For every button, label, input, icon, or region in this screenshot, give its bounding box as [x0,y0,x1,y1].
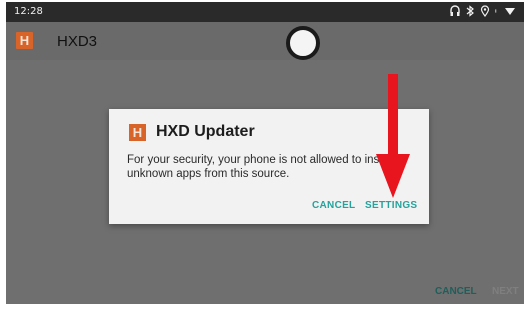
status-icons [450,5,516,17]
headphones-icon [450,5,460,16]
dialog-cancel-button[interactable]: CANCEL [312,200,355,211]
app-bar: H HXD3 [6,22,524,60]
status-time: 12:28 [14,6,43,17]
app-logo-icon: H [16,32,33,49]
location-icon [480,5,490,17]
bluetooth-icon [466,5,474,17]
footer-next-button[interactable]: NEXT [492,286,519,297]
dialog-title: HXD Updater [156,123,255,140]
app-title: HXD3 [57,33,98,50]
footer-cancel-button[interactable]: CANCEL [435,286,477,297]
red-arrow-annotation [376,74,410,198]
screen: 12:28 H HXD3 H HXD Updater For your secu… [6,2,524,304]
status-bar: 12:28 [6,2,524,22]
signal-icon [495,9,497,13]
dialog-settings-button[interactable]: SETTINGS [365,200,417,211]
dialog-app-icon: H [129,124,146,141]
touch-indicator [286,26,320,60]
dialog-message: For your security, your phone is not all… [127,154,394,180]
battery-icon [505,8,515,15]
